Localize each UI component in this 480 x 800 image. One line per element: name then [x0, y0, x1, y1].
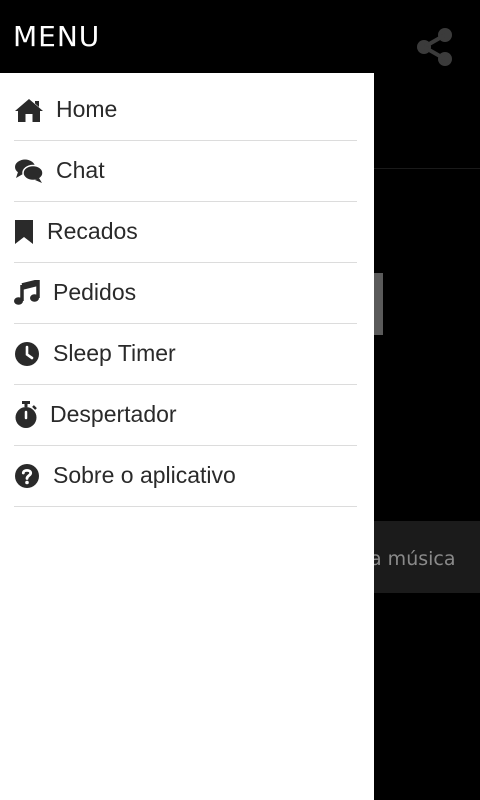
help-icon [14, 461, 40, 491]
drawer-item-pedidos[interactable]: Pedidos [14, 262, 357, 324]
top-app-bar: MENU [0, 0, 480, 73]
drawer-item-chat[interactable]: Chat [14, 140, 357, 202]
home-icon [14, 95, 44, 125]
background-divider [374, 168, 480, 169]
bookmark-icon [14, 217, 34, 247]
stopwatch-icon [14, 400, 38, 430]
drawer-item-sleep-timer[interactable]: Sleep Timer [14, 323, 357, 385]
music-note-icon [14, 278, 40, 308]
background-artwork-edge [374, 273, 383, 335]
chat-icon [14, 156, 44, 186]
drawer-item-recados[interactable]: Recados [14, 201, 357, 263]
drawer-item-home[interactable]: Home [14, 79, 357, 141]
drawer-item-label: Home [56, 96, 118, 122]
drawer-item-label: Sleep Timer [53, 340, 176, 366]
now-playing-text: a música [374, 548, 456, 570]
clock-icon [14, 339, 40, 369]
drawer-item-sobre[interactable]: Sobre o aplicativo [14, 445, 357, 507]
drawer-item-label: Recados [47, 218, 138, 244]
drawer-item-label: Pedidos [53, 279, 137, 305]
drawer-item-label: Despertador [50, 401, 177, 427]
menu-title: MENU [13, 20, 101, 53]
share-icon[interactable] [414, 26, 456, 68]
navigation-drawer: Home Chat Recados Pedidos Sleep Timer De… [0, 73, 374, 800]
drawer-item-label: Chat [56, 157, 105, 183]
drawer-item-label: Sobre o aplicativo [53, 462, 236, 488]
drawer-item-despertador[interactable]: Despertador [14, 384, 357, 446]
